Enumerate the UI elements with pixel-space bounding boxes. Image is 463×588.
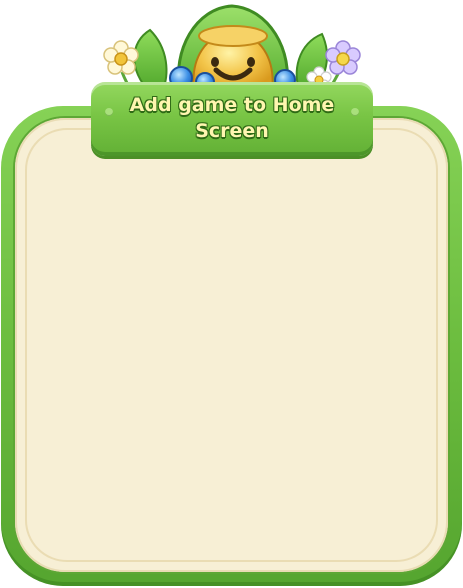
title-banner: Add game to Home Screen	[91, 82, 373, 156]
add-to-home-dialog: Add game to Home Screen	[0, 0, 463, 588]
mascot-icon	[177, 4, 289, 94]
dialog-title: Add game to Home Screen	[129, 94, 335, 142]
dialog-frame	[1, 106, 462, 586]
dialog-content-area	[15, 118, 448, 572]
